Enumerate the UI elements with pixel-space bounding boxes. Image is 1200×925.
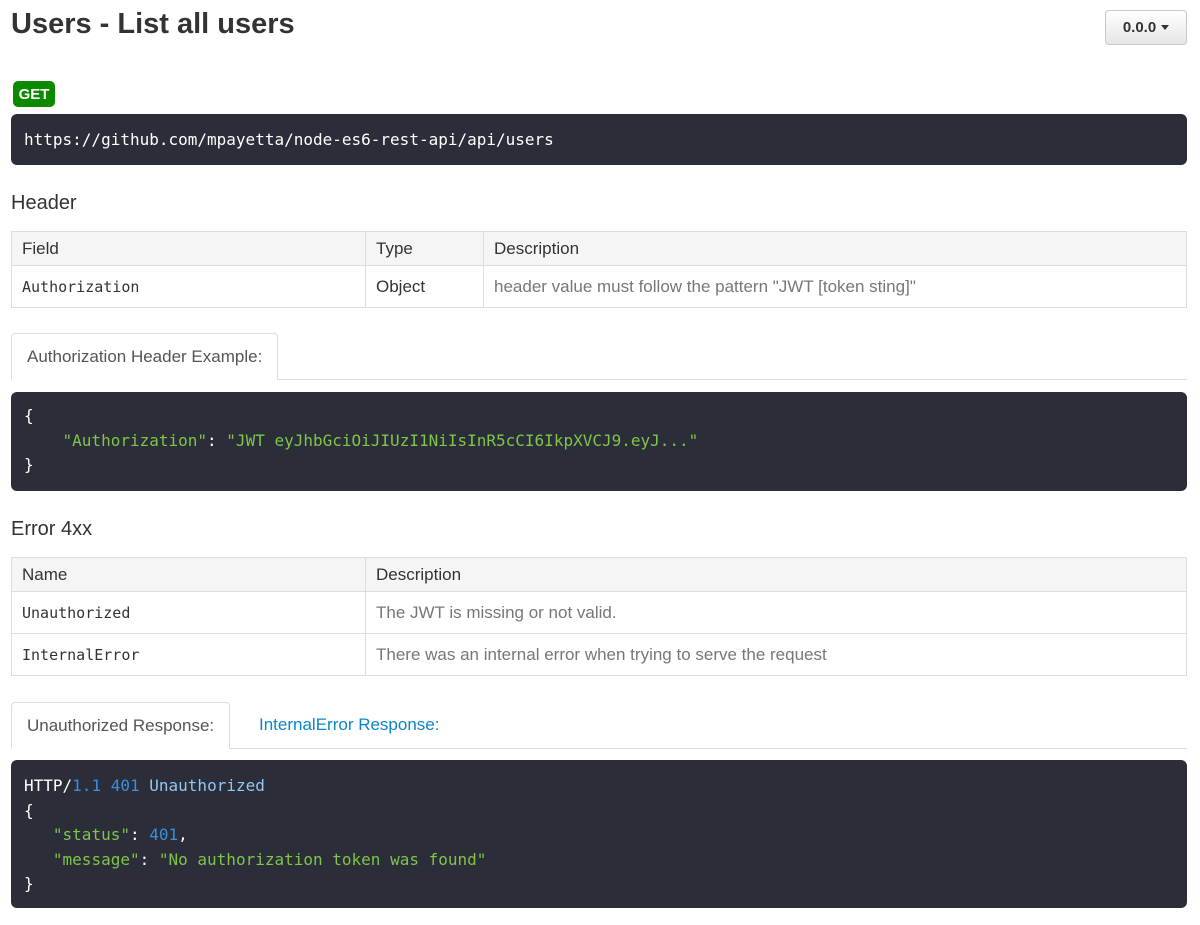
tab-label: Authorization Header Example: <box>27 346 263 366</box>
table-header-row: Field Type Description <box>11 231 1187 266</box>
title-row: Users - List all users 0.0.0 <box>11 0 1187 56</box>
endpoint-url: https://github.com/mpayetta/node-es6-res… <box>24 130 554 149</box>
code-open-brace: { <box>24 800 34 820</box>
code-status-text: Unauthorized <box>149 776 265 795</box>
tab-internalerror-response[interactable]: InternalError Response: <box>244 702 454 748</box>
code-key-authorization: "Authorization" <box>62 430 208 450</box>
table-header-row: Name Description <box>11 557 1187 592</box>
version-dropdown[interactable]: 0.0.0 <box>1105 10 1187 45</box>
code-content: { "Authorization": "JWT eyJhbGciOiJIUzI1… <box>24 404 1174 478</box>
field-description: header value must follow the pattern "JW… <box>483 265 1187 308</box>
error-description: There was an internal error when trying … <box>365 633 1187 676</box>
column-header-name: Name <box>11 557 366 592</box>
page-title: Users - List all users <box>11 8 295 40</box>
version-label: 0.0.0 <box>1122 19 1157 36</box>
tab-label: InternalError Response: <box>259 715 440 734</box>
code-open-brace: { <box>24 406 34 425</box>
error-table: Name Description Unauthorized The JWT is… <box>11 557 1187 676</box>
api-doc-page: Users - List all users 0.0.0 GET https:/… <box>11 0 1187 908</box>
code-close-brace: } <box>24 874 34 893</box>
endpoint-url-block: https://github.com/mpayetta/node-es6-res… <box>11 114 1187 165</box>
error-description: The JWT is missing or not valid. <box>365 591 1187 634</box>
table-row: InternalError There was an internal erro… <box>11 633 1187 676</box>
code-status-code: 401 <box>110 776 140 795</box>
code-http-version: 1.1 <box>72 776 102 795</box>
tab-label: Unauthorized Response: <box>27 715 215 735</box>
tab-authorization-header-example[interactable]: Authorization Header Example: <box>11 333 279 380</box>
error-name: Unauthorized <box>11 591 366 634</box>
column-header-description: Description <box>365 557 1187 592</box>
code-value-message: "No authorization token was found" <box>158 849 487 869</box>
error-section-title: Error 4xx <box>11 518 93 540</box>
table-row: Authorization Object header value must f… <box>11 265 1187 308</box>
error-response-code: HTTP/1.1 401 Unauthorized { "status": 40… <box>11 760 1187 908</box>
header-section-title: Header <box>11 192 77 214</box>
code-key-status: "status" <box>52 825 130 844</box>
caret-down-icon <box>1161 25 1170 30</box>
code-value-status: 401 <box>149 825 179 844</box>
code-key-message: "message" <box>52 849 140 869</box>
code-colon: : <box>207 430 227 450</box>
code-http-prefix: HTTP/ <box>24 776 73 795</box>
code-close-brace: } <box>24 455 34 474</box>
column-header-field: Field <box>11 231 366 266</box>
code-value-token: "JWT eyJhbGciOiJIUzI1NiIsInR5cCI6IkpXVCJ… <box>226 430 699 450</box>
header-example-tabs: Authorization Header Example: <box>11 333 1187 380</box>
header-params-table: Field Type Description Authorization Obj… <box>11 231 1187 308</box>
tab-unauthorized-response[interactable]: Unauthorized Response: <box>11 702 231 749</box>
error-name: InternalError <box>11 633 366 676</box>
header-example-code: { "Authorization": "JWT eyJhbGciOiJIUzI1… <box>11 392 1187 491</box>
error-response-tabs: Unauthorized Response: InternalError Res… <box>11 702 1187 749</box>
column-header-type: Type <box>365 231 484 266</box>
field-type: Object <box>365 265 484 308</box>
http-method-badge: GET <box>13 81 55 107</box>
code-content: HTTP/1.1 401 Unauthorized { "status": 40… <box>24 776 487 893</box>
field-name: Authorization <box>11 265 366 308</box>
table-row: Unauthorized The JWT is missing or not v… <box>11 591 1187 634</box>
column-header-description: Description <box>483 231 1187 266</box>
